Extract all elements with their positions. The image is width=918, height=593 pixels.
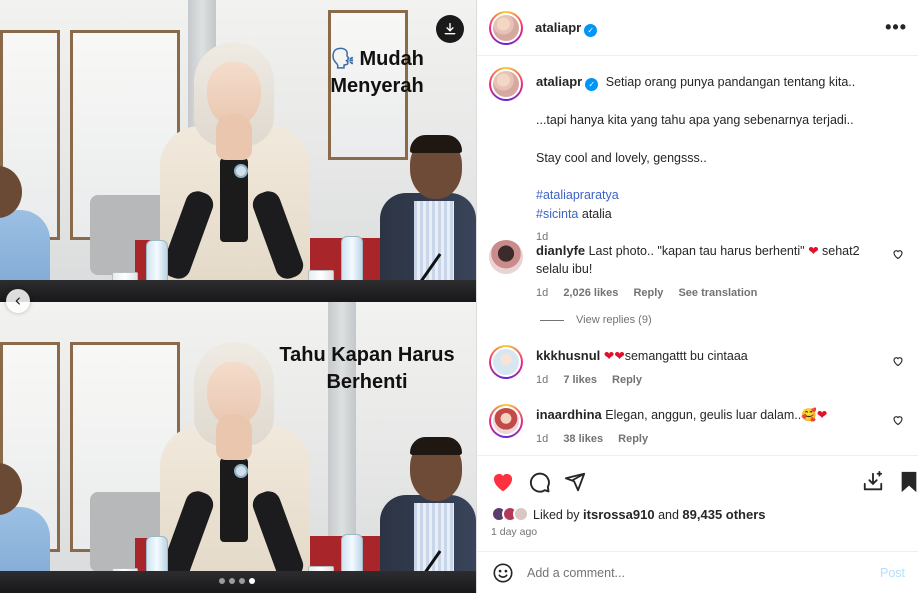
comment-time: 1d <box>536 374 549 386</box>
see-translation-button[interactable]: See translation <box>678 287 757 299</box>
comment-body: dianlyfe Last photo.. "kapan tau harus b… <box>536 242 886 302</box>
comment-icon[interactable] <box>525 468 553 496</box>
reply-button[interactable]: Reply <box>612 374 642 386</box>
view-replies-button[interactable]: View replies (9) <box>540 314 652 326</box>
verified-badge-icon: ✓ <box>584 24 598 37</box>
carousel-dot <box>229 578 235 584</box>
author-name-wrap: ataliapr ✓ <box>535 20 598 37</box>
liker-username[interactable]: itsrossa910 <box>583 507 655 522</box>
media-frame-1: 🗣 Mudah Menyerah <box>0 0 476 302</box>
media-caption-2: Tahu Kapan Harus Berhenti <box>279 344 455 393</box>
reply-button[interactable]: Reply <box>633 287 663 299</box>
red-heart-icon: ❤ <box>808 244 819 258</box>
post-actions: Liked by itsrossa910 and 89,435 others 1… <box>477 455 918 545</box>
commenter-username[interactable]: inaardhina <box>536 407 602 422</box>
heart-filled-icon[interactable] <box>489 468 517 496</box>
comment-body: inaardhina Elegan, anggun, geulis luar d… <box>536 406 886 448</box>
carousel-dot <box>219 578 225 584</box>
caption-tail: atalia <box>578 207 612 221</box>
download-icon[interactable] <box>436 15 464 43</box>
reply-button[interactable]: Reply <box>618 433 648 445</box>
comment-like-heart-icon[interactable] <box>891 414 905 428</box>
comment-likes[interactable]: 2,026 likes <box>563 287 618 299</box>
liker-avatar[interactable] <box>513 506 529 522</box>
carousel-dot <box>239 578 245 584</box>
likes-text: Liked by itsrossa910 and 89,435 others <box>533 506 766 522</box>
caption-line-3: Stay cool and lovely, gengsss.. <box>536 151 707 165</box>
caption-line-2: ...tapi hanya kita yang tahu apa yang se… <box>536 113 854 127</box>
media-caption-1: 🗣 Mudah Menyerah <box>330 48 424 97</box>
caption-text: ataliapr ✓ Setiap orang punya pandangan t… <box>536 72 896 247</box>
liker-avatars <box>491 506 529 522</box>
post-details-pane: ataliapr ✓ ••• ataliapr ✓ Setiap orang pun… <box>476 0 918 593</box>
post-comment-button[interactable]: Post <box>880 566 905 580</box>
share-icon[interactable] <box>561 468 589 496</box>
comment-body: kkkhusnul ❤❤semangattt bu cintaaa 1d 7 l… <box>536 347 886 389</box>
author-username[interactable]: ataliapr <box>535 20 581 35</box>
bookmark-icon[interactable] <box>895 468 918 496</box>
comment-text: semangattt bu cintaaa <box>624 349 748 363</box>
author-avatar[interactable] <box>489 11 523 45</box>
author-avatar[interactable] <box>489 67 523 101</box>
smiling-face-hearts-icon: 🥰 <box>801 408 817 422</box>
add-to-collection-icon[interactable] <box>859 468 887 496</box>
commenter-username[interactable]: kkkhusnul <box>536 348 600 363</box>
add-comment-bar: Post <box>477 551 918 593</box>
commenter-avatar[interactable] <box>489 240 523 274</box>
comment-like-heart-icon[interactable] <box>891 248 905 262</box>
post-timestamp[interactable]: 1 day ago <box>491 526 537 538</box>
post-media[interactable]: 🗣 Mudah Menyerah Tahu Kapan Harus Berhen… <box>0 0 476 593</box>
comment-time: 1d <box>536 287 549 299</box>
post-header: ataliapr ✓ ••• <box>477 0 918 56</box>
comment-input[interactable] <box>527 565 880 580</box>
comment-time: 1d <box>536 433 549 445</box>
hashtag-link[interactable]: #ataliapraratya <box>536 188 619 202</box>
commenter-username[interactable]: dianlyfe <box>536 243 585 258</box>
carousel-dot-active <box>249 578 255 584</box>
comment-like-heart-icon[interactable] <box>891 355 905 369</box>
comment-likes[interactable]: 7 likes <box>563 374 597 386</box>
red-heart-icon: ❤❤ <box>603 349 625 363</box>
hashtag-link[interactable]: #sicinta <box>536 207 578 221</box>
comment-text: Last photo.. "kapan tau harus berhenti" <box>588 244 809 258</box>
comment-likes[interactable]: 38 likes <box>563 433 603 445</box>
emoji-picker-icon[interactable] <box>491 561 515 585</box>
commenter-avatar[interactable] <box>489 345 523 379</box>
more-options-button[interactable]: ••• <box>885 17 907 38</box>
comments-list[interactable]: ataliapr ✓ Setiap orang punya pandangan t… <box>477 57 918 455</box>
likes-summary: Liked by itsrossa910 and 89,435 others <box>491 506 766 522</box>
divider-line <box>540 319 564 321</box>
carousel-indicator <box>219 578 255 584</box>
comment-text: Elegan, anggun, geulis luar dalam.. <box>605 408 802 422</box>
caption-username[interactable]: ataliapr <box>536 74 582 89</box>
verified-badge-icon: ✓ <box>585 78 599 91</box>
speaking-head-icon: 🗣 <box>330 48 356 70</box>
likes-count[interactable]: 89,435 others <box>682 507 765 522</box>
caption-line-1: Setiap orang punya pandangan tentang kit… <box>605 75 856 89</box>
chevron-left-icon[interactable] <box>6 289 30 313</box>
red-heart-icon: ❤ <box>816 408 828 422</box>
commenter-avatar[interactable] <box>489 404 523 438</box>
